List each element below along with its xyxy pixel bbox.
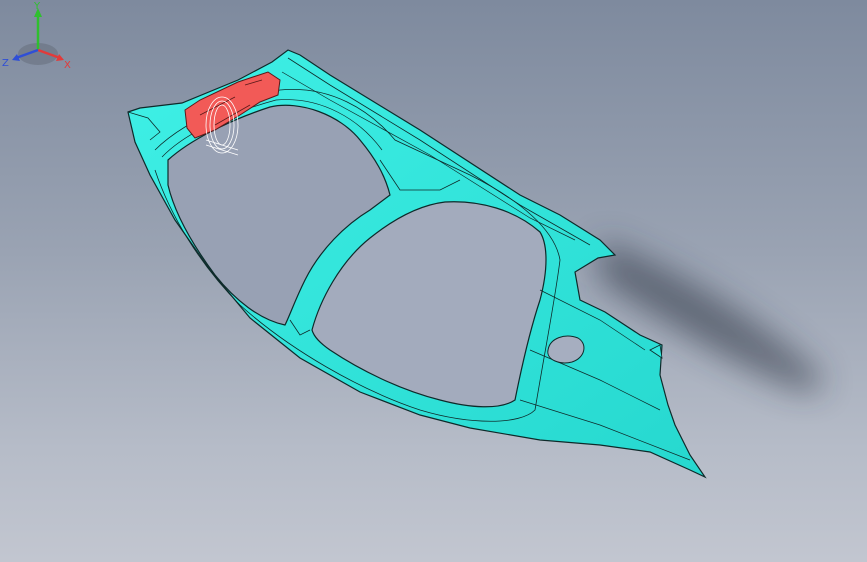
graphics-viewport[interactable]: Y X Z (0, 0, 867, 562)
x-axis-label: X (64, 60, 71, 71)
y-axis-label: Y (33, 1, 41, 12)
part-model[interactable] (0, 0, 867, 562)
z-axis-label: Z (2, 58, 9, 69)
coordinate-triad: Y X Z (2, 1, 71, 71)
